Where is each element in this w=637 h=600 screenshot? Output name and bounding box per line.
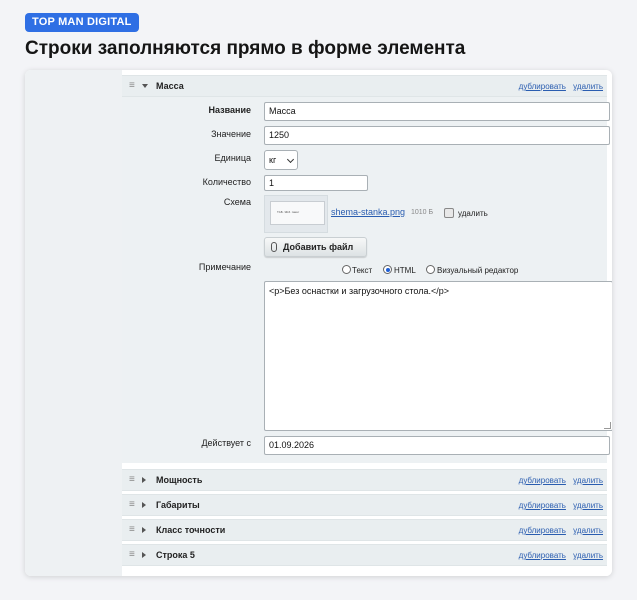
section-title: Класс точности	[156, 525, 226, 535]
form-card: ≡ Масса дублировать удалить Название Мас…	[25, 70, 612, 576]
brand-badge: TOP MAN DIGITAL	[25, 13, 139, 32]
section-title: Габариты	[156, 500, 200, 510]
drag-handle-icon[interactable]: ≡	[129, 550, 135, 560]
quantity-input[interactable]: 1	[264, 175, 368, 191]
add-file-label: Добавить файл	[283, 242, 354, 252]
section-header[interactable]: ≡ Масса дублировать удалить	[122, 75, 607, 97]
chevron-down-icon	[286, 155, 295, 164]
duplicate-link[interactable]: дублировать	[519, 526, 566, 535]
section-collapsed: ≡ Класс точности дублировать удалить	[122, 519, 607, 541]
quantity-label: Количество	[202, 177, 251, 187]
valid-from-label: Действует с	[201, 438, 251, 448]
name-input[interactable]: Масса	[264, 102, 610, 121]
card-sidebar	[25, 70, 122, 576]
duplicate-link[interactable]: дублировать	[519, 501, 566, 510]
collapse-arrow-icon[interactable]	[142, 84, 148, 88]
add-file-button[interactable]: Добавить файл	[264, 237, 367, 257]
delete-link[interactable]: удалить	[573, 476, 603, 485]
section-actions: дублировать удалить	[514, 520, 603, 541]
expand-arrow-icon[interactable]	[142, 527, 146, 533]
mode-visual-radio[interactable]	[426, 265, 435, 274]
mode-html-label: HTML	[394, 266, 416, 275]
paperclip-icon	[271, 242, 277, 252]
file-link[interactable]: shema-stanka.png	[331, 207, 405, 217]
page-headline: Строки заполняются прямо в форме элемент…	[25, 38, 466, 59]
value-label: Значение	[211, 129, 251, 139]
duplicate-link[interactable]: дублировать	[519, 476, 566, 485]
drag-handle-icon[interactable]: ≡	[129, 500, 135, 510]
section-actions: дублировать удалить	[514, 76, 603, 97]
expand-arrow-icon[interactable]	[142, 477, 146, 483]
section-expanded: ≡ Масса дублировать удалить Название Мас…	[122, 75, 612, 463]
mode-html-radio[interactable]	[383, 265, 392, 274]
section-collapsed: ≡ Строка 5 дублировать удалить	[122, 544, 607, 566]
mode-text-label: Текст	[352, 266, 373, 275]
section-header[interactable]: ≡ Класс точности дублировать удалить	[122, 519, 607, 541]
expand-arrow-icon[interactable]	[142, 552, 146, 558]
section-actions: дублировать удалить	[514, 545, 603, 566]
card-main: ≡ Масса дублировать удалить Название Мас…	[122, 70, 612, 576]
section-actions: дублировать удалить	[514, 495, 603, 516]
unit-label: Единица	[214, 153, 251, 163]
delete-link[interactable]: удалить	[573, 82, 603, 91]
mode-visual-label: Визуальный редактор	[437, 266, 519, 275]
resize-handle-icon[interactable]	[604, 422, 611, 429]
section-title: Строка 5	[156, 550, 195, 560]
drag-handle-icon[interactable]: ≡	[129, 525, 135, 535]
expand-arrow-icon[interactable]	[142, 502, 146, 508]
name-label: Название	[208, 105, 251, 115]
mode-text-radio[interactable]	[342, 265, 351, 274]
section-actions: дублировать удалить	[514, 470, 603, 491]
delete-file-checkbox[interactable]	[444, 208, 454, 218]
thumbnail-image: ТАБ. ЭКЗ. пакет	[270, 201, 325, 225]
file-thumbnail[interactable]: ТАБ. ЭКЗ. пакет	[264, 195, 328, 233]
section-title: Мощность	[156, 475, 203, 485]
unit-selected-value: кг	[269, 155, 277, 165]
section-header[interactable]: ≡ Мощность дублировать удалить	[122, 469, 607, 491]
valid-from-input[interactable]: 01.09.2026	[264, 436, 610, 455]
delete-link[interactable]: удалить	[573, 526, 603, 535]
scheme-label: Схема	[223, 197, 251, 207]
delete-link[interactable]: удалить	[573, 501, 603, 510]
duplicate-link[interactable]: дублировать	[519, 82, 566, 91]
drag-handle-icon[interactable]: ≡	[129, 475, 135, 485]
delete-file-label: удалить	[458, 209, 488, 218]
drag-handle-icon[interactable]: ≡	[129, 81, 135, 91]
section-collapsed: ≡ Габариты дублировать удалить	[122, 494, 607, 516]
duplicate-link[interactable]: дублировать	[519, 551, 566, 560]
note-label: Примечание	[198, 262, 251, 272]
file-size: 1010 Б	[411, 209, 434, 216]
value-input[interactable]: 1250	[264, 126, 610, 145]
section-collapsed: ≡ Мощность дублировать удалить	[122, 469, 607, 491]
unit-select[interactable]: кг	[264, 150, 298, 170]
section-title: Масса	[156, 81, 184, 91]
section-header[interactable]: ≡ Габариты дублировать удалить	[122, 494, 607, 516]
delete-link[interactable]: удалить	[573, 551, 603, 560]
section-header[interactable]: ≡ Строка 5 дублировать удалить	[122, 544, 607, 566]
note-textarea[interactable]: <p>Без оснастки и загрузочного стола.</p…	[264, 281, 612, 431]
section-body: Название Масса Значение 1250 Единица кг …	[122, 97, 612, 463]
note-content: <p>Без оснастки и загрузочного стола.</p…	[269, 286, 449, 296]
